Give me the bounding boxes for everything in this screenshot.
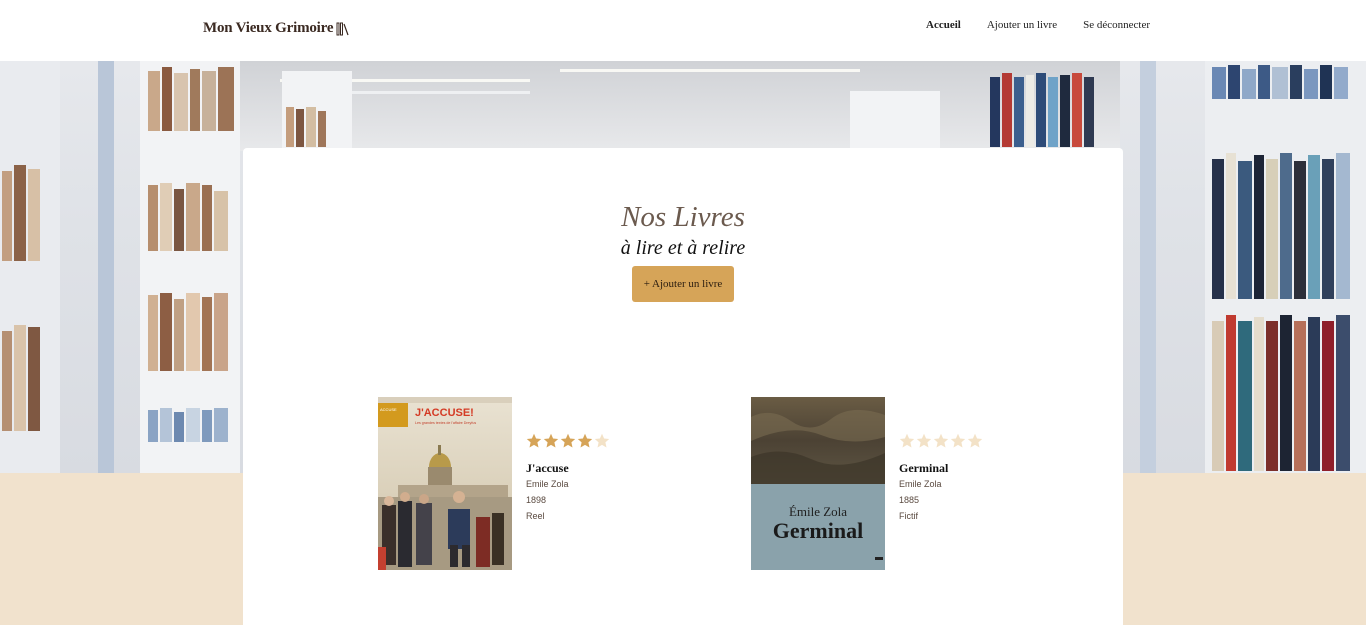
top-header: Mon Vieux Grimoire Accueil Ajouter un li… xyxy=(0,0,1366,61)
star-filled-icon xyxy=(560,433,576,448)
logo-text: Mon Vieux Grimoire xyxy=(203,20,334,36)
rating-stars xyxy=(526,433,610,453)
star-empty-icon xyxy=(899,433,915,448)
site-logo[interactable]: Mon Vieux Grimoire xyxy=(203,20,350,37)
book-year: 1898 xyxy=(526,495,547,505)
rating-stars xyxy=(899,433,983,453)
book-row xyxy=(148,181,238,251)
book-row xyxy=(1212,311,1362,471)
book-row xyxy=(0,321,50,431)
germinal-cover-image: Émile Zola Germinal xyxy=(751,397,885,570)
star-empty-icon xyxy=(916,433,932,448)
cover-author: Émile Zola xyxy=(789,504,847,519)
book-row xyxy=(0,161,50,261)
book-author: Emile Zola xyxy=(899,479,942,489)
cover-badge: ACCUSE xyxy=(380,407,397,412)
book-info: Germinal Emile Zola 1885 Fictif xyxy=(899,433,983,524)
book-card[interactable]: ACCUSE J'ACCUSE! Les grandes textes de l… xyxy=(378,397,658,571)
book-row xyxy=(286,105,346,147)
cover-subtitle: Les grandes textes de l'affaire Dreyfus xyxy=(415,421,476,425)
cover-title: J'ACCUSE! xyxy=(415,407,474,419)
shelf-pillar xyxy=(1140,61,1156,473)
ceiling-light xyxy=(560,69,860,72)
book-title: J'accuse xyxy=(526,461,569,475)
book-info: J'accuse Emile Zola 1898 Reel xyxy=(526,433,610,524)
book-row xyxy=(990,71,1105,147)
star-empty-icon xyxy=(933,433,949,448)
mid-shelf xyxy=(850,91,940,151)
book-row xyxy=(148,65,238,131)
book-row xyxy=(148,406,238,442)
star-filled-icon xyxy=(577,433,593,448)
books-icon xyxy=(336,22,349,35)
book-cover: Émile Zola Germinal xyxy=(751,397,885,570)
jaccuse-cover-image: ACCUSE J'ACCUSE! Les grandes textes de l… xyxy=(378,397,512,570)
page-subtitle: à lire et à relire xyxy=(620,237,746,259)
ceiling xyxy=(240,61,1120,151)
star-empty-icon xyxy=(594,433,610,448)
add-book-button[interactable]: + Ajouter un livre xyxy=(632,266,734,302)
book-row xyxy=(148,291,238,371)
nav-accueil[interactable]: Accueil xyxy=(926,19,961,31)
shelf-pillar xyxy=(98,61,114,473)
nav-ajouter-livre[interactable]: Ajouter un livre xyxy=(987,19,1057,31)
book-cover: ACCUSE J'ACCUSE! Les grandes textes de l… xyxy=(378,397,512,570)
book-title: Germinal xyxy=(899,461,949,475)
main-nav: Accueil Ajouter un livre Se déconnecter xyxy=(926,19,1150,31)
book-genre: Fictif xyxy=(899,511,918,521)
star-filled-icon xyxy=(526,433,542,448)
book-row xyxy=(1212,149,1362,299)
cover-title: Germinal xyxy=(773,518,863,543)
nav-se-deconnecter[interactable]: Se déconnecter xyxy=(1083,19,1150,31)
book-author: Emile Zola xyxy=(526,479,569,489)
star-empty-icon xyxy=(967,433,983,448)
star-filled-icon xyxy=(543,433,559,448)
book-year: 1885 xyxy=(899,495,920,505)
books-card: Nos Livres à lire et à relire + Ajouter … xyxy=(243,148,1123,625)
book-genre: Reel xyxy=(526,511,545,521)
star-empty-icon xyxy=(950,433,966,448)
page-title: Nos Livres xyxy=(621,201,745,233)
book-row xyxy=(1212,63,1362,99)
book-card[interactable]: Émile Zola Germinal Germinal Emile Zola … xyxy=(751,397,1031,571)
